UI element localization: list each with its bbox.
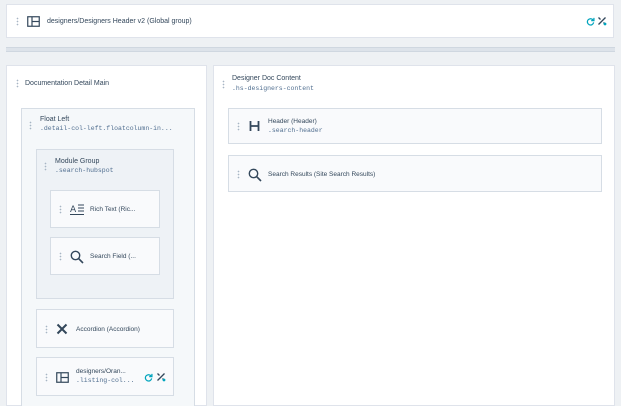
- drag-handle-icon[interactable]: [59, 252, 62, 261]
- global-unlink-icon[interactable]: [596, 15, 607, 26]
- documentation-detail-main-title: Documentation Detail Main: [25, 80, 110, 87]
- drag-handle-icon[interactable]: [29, 121, 32, 130]
- accordion-module[interactable]: Accordion (Accordion): [36, 309, 174, 348]
- module-group[interactable]: Module Group .search-hubspot A Rich Text…: [36, 149, 174, 299]
- accordion-icon: [55, 322, 69, 336]
- svg-text:A: A: [70, 205, 77, 215]
- drag-handle-icon[interactable]: [237, 122, 240, 131]
- global-header-title: designers/Designers Header v2 (Global gr…: [47, 18, 192, 25]
- drag-handle-icon[interactable]: [45, 373, 48, 382]
- drag-handle-icon[interactable]: [237, 170, 240, 179]
- drag-handle-icon[interactable]: [16, 79, 19, 88]
- header-module-selector: .search-header: [268, 127, 323, 134]
- orange-global-group[interactable]: designers/Oran... .listing-col...: [36, 357, 174, 396]
- search-results-label: Search Results (Site Search Results): [268, 171, 376, 178]
- drag-handle-icon[interactable]: [44, 162, 47, 171]
- header-module[interactable]: Header (Header) .search-header: [228, 108, 602, 144]
- accordion-label: Accordion (Accordion): [76, 326, 140, 333]
- drag-handle-icon[interactable]: [16, 17, 19, 26]
- rich-text-icon: A: [69, 202, 85, 216]
- layout-icon: [26, 15, 40, 27]
- search-field-module[interactable]: Search Field (...: [50, 237, 160, 275]
- rich-text-label: Rich Text (Ric...: [90, 206, 136, 213]
- designer-doc-content[interactable]: Designer Doc Content .hs-designers-conte…: [213, 65, 615, 406]
- drag-handle-icon[interactable]: [222, 80, 225, 89]
- global-header-bar[interactable]: designers/Designers Header v2 (Global gr…: [6, 4, 614, 38]
- rich-text-module[interactable]: A Rich Text (Ric...: [50, 190, 160, 228]
- header-module-title: Header (Header): [268, 118, 317, 125]
- designer-doc-content-selector: .hs-designers-content: [232, 85, 314, 92]
- search-field-label: Search Field (...: [90, 253, 136, 260]
- search-results-module[interactable]: Search Results (Site Search Results): [228, 155, 602, 192]
- heading-icon: [248, 119, 260, 133]
- search-icon: [247, 167, 263, 182]
- section-divider: [6, 47, 615, 52]
- float-left-title: Float Left: [40, 116, 70, 123]
- search-icon: [69, 249, 85, 264]
- orange-group-selector: .listing-col...: [76, 377, 135, 384]
- sync-icon[interactable]: [143, 372, 153, 382]
- global-unlink-icon[interactable]: [155, 371, 166, 382]
- drag-handle-icon[interactable]: [45, 325, 48, 334]
- float-left-selector: .detail-col-left.floatcolumn-in...: [40, 125, 173, 132]
- module-group-selector: .search-hubspot: [55, 167, 114, 174]
- float-left-group[interactable]: Float Left .detail-col-left.floatcolumn-…: [21, 108, 195, 406]
- drag-handle-icon[interactable]: [59, 205, 62, 214]
- documentation-detail-main[interactable]: Documentation Detail Main Float Left .de…: [6, 65, 207, 406]
- sync-icon[interactable]: [585, 16, 595, 26]
- layout-icon: [55, 371, 69, 383]
- orange-group-title: designers/Oran...: [76, 368, 126, 375]
- designer-doc-content-title: Designer Doc Content: [232, 75, 301, 82]
- module-group-title: Module Group: [55, 158, 100, 165]
